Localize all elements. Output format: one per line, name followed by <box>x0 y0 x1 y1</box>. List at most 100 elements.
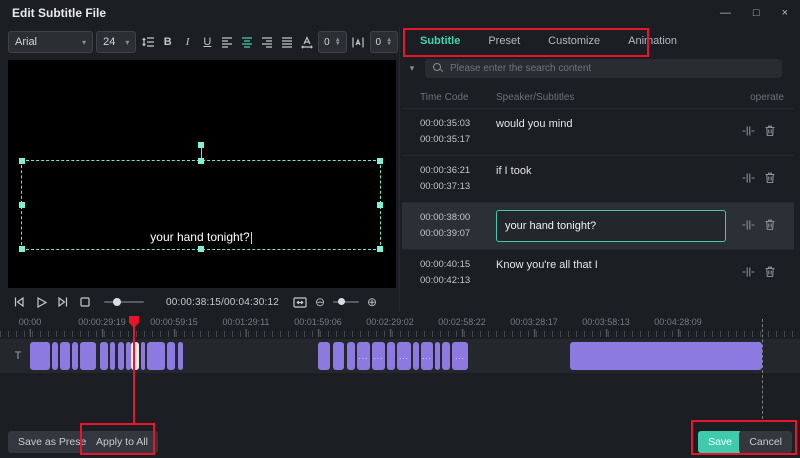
subtitle-edit-field[interactable] <box>496 210 726 242</box>
close-icon[interactable]: × <box>782 7 788 19</box>
subtitle-block[interactable] <box>318 342 330 370</box>
resize-handle[interactable] <box>19 158 25 164</box>
subtitle-block[interactable] <box>60 342 70 370</box>
bold-button[interactable]: B <box>159 32 176 52</box>
tab-animation[interactable]: Animation <box>628 35 677 47</box>
char-spacing-icon[interactable] <box>298 32 315 52</box>
letter-width-icon[interactable] <box>350 32 367 52</box>
subtitle-block[interactable] <box>52 342 58 370</box>
tab-subtitle[interactable]: Subtitle <box>420 35 460 47</box>
ruler-label: 00:03:28:17 <box>510 317 558 337</box>
apply-to-all-button[interactable]: Apply to All <box>86 431 158 453</box>
stepper-arrows-icon[interactable]: ▲ ▼ <box>335 37 341 47</box>
stepper-arrows-icon[interactable]: ▲ ▼ <box>386 37 392 47</box>
subtitle-block[interactable] <box>141 342 145 370</box>
split-subtitle-icon[interactable] <box>742 266 755 278</box>
line-spacing-icon[interactable] <box>139 32 156 52</box>
subtitle-row[interactable]: 00:00:40:15 00:00:42:13 Know you're all … <box>402 249 794 296</box>
delete-icon[interactable] <box>764 265 776 278</box>
subtitle-edit-input[interactable] <box>505 220 717 232</box>
resize-handle[interactable] <box>377 246 383 252</box>
subtitle-block[interactable] <box>435 342 440 370</box>
subtitle-block[interactable] <box>110 342 115 370</box>
split-subtitle-icon[interactable] <box>742 125 755 137</box>
subtitle-block[interactable] <box>178 342 183 370</box>
row-text[interactable]: would you mind <box>496 109 732 130</box>
zoom-slider-thumb[interactable] <box>338 298 346 305</box>
delete-icon[interactable] <box>764 218 776 231</box>
play-icon[interactable] <box>30 292 52 312</box>
timeline-zoom-slider[interactable] <box>333 298 360 305</box>
align-right-icon[interactable] <box>259 32 276 52</box>
search-input[interactable] <box>450 62 774 74</box>
line-spacing-stepper[interactable]: 0 ▲ ▼ <box>369 31 399 53</box>
subtitle-block[interactable]: ... <box>372 342 385 370</box>
subtitle-block[interactable]: ... <box>421 342 433 370</box>
minimize-icon[interactable]: — <box>720 7 731 19</box>
subtitle-block[interactable] <box>570 342 762 370</box>
subtitle-block[interactable] <box>347 342 355 370</box>
row-text[interactable]: if I took <box>496 156 732 177</box>
underline-button[interactable]: U <box>199 32 216 52</box>
preview-subtitle-text[interactable]: your hand tonight? <box>22 230 380 244</box>
zoom-in-icon[interactable]: ⊕ <box>363 295 381 309</box>
resize-handle[interactable] <box>377 158 383 164</box>
resize-handle[interactable] <box>198 246 204 252</box>
subtitle-selection-box[interactable]: your hand tonight? <box>19 142 383 252</box>
delete-icon[interactable] <box>764 124 776 137</box>
font-size-select[interactable]: 24 ▾ <box>96 31 137 53</box>
resize-handle[interactable] <box>377 202 383 208</box>
split-subtitle-icon[interactable] <box>742 172 755 184</box>
char-spacing-stepper[interactable]: 0 ▲ ▼ <box>318 31 347 53</box>
subtitle-row[interactable]: 00:00:36:21 00:00:37:13 if I took <box>402 155 794 202</box>
resize-handle[interactable] <box>19 202 25 208</box>
subtitle-block[interactable] <box>147 342 165 370</box>
justify-icon[interactable] <box>278 32 295 52</box>
italic-button[interactable]: I <box>179 32 196 52</box>
rotate-handle[interactable] <box>198 142 204 148</box>
search-box[interactable] <box>425 58 782 78</box>
subtitle-block[interactable] <box>167 342 175 370</box>
subtitle-block[interactable] <box>387 342 395 370</box>
font-family-select[interactable]: Arial ▾ <box>8 31 94 53</box>
subtitle-block[interactable] <box>131 342 139 370</box>
subtitle-block[interactable] <box>100 342 108 370</box>
zoom-out-icon[interactable]: ⊖ <box>311 295 329 309</box>
tab-customize[interactable]: Customize <box>548 35 600 47</box>
delete-icon[interactable] <box>764 171 776 184</box>
subtitle-row-selected[interactable]: 00:00:38:00 00:00:39:07 <box>402 202 794 249</box>
subtitle-row[interactable]: 00:00:35:03 00:00:35:17 would you mind <box>402 108 794 155</box>
align-left-icon[interactable] <box>219 32 236 52</box>
playhead[interactable] <box>129 316 139 328</box>
subtitle-block[interactable]: ... <box>357 342 370 370</box>
volume-slider[interactable] <box>104 298 144 306</box>
subtitle-block[interactable]: ... <box>397 342 411 370</box>
fit-to-window-icon[interactable] <box>289 292 311 312</box>
resize-handle[interactable] <box>198 158 204 164</box>
video-preview[interactable]: your hand tonight? <box>8 60 396 288</box>
subtitle-block[interactable] <box>118 342 124 370</box>
tab-preset[interactable]: Preset <box>488 35 520 47</box>
subtitle-block[interactable]: ... <box>452 342 468 370</box>
subtitle-block[interactable] <box>72 342 78 370</box>
next-frame-icon[interactable] <box>52 292 74 312</box>
split-subtitle-icon[interactable] <box>742 219 755 231</box>
stop-icon[interactable] <box>74 292 96 312</box>
volume-slider-thumb[interactable] <box>113 298 121 306</box>
chevron-down-icon: ▾ <box>125 37 130 47</box>
ruler-label: 00:04:28:09 <box>654 317 702 337</box>
collapse-chevron-icon[interactable]: ▾ <box>406 63 418 74</box>
subtitle-block[interactable] <box>442 342 450 370</box>
resize-handle[interactable] <box>19 246 25 252</box>
subtitle-block[interactable] <box>413 342 419 370</box>
maximize-icon[interactable]: □ <box>753 7 760 19</box>
previous-frame-icon[interactable] <box>8 292 30 312</box>
align-center-icon[interactable] <box>239 32 256 52</box>
cancel-button[interactable]: Cancel <box>739 431 792 453</box>
row-text[interactable]: Know you're all that I <box>496 250 732 271</box>
timeline-ruler[interactable]: 00:00 00:00:29:19 00:00:59:15 00:01:29:1… <box>0 315 800 337</box>
subtitle-block[interactable] <box>333 342 344 370</box>
subtitle-block[interactable] <box>80 342 96 370</box>
save-button[interactable]: Save <box>698 431 742 453</box>
subtitle-block[interactable] <box>30 342 50 370</box>
